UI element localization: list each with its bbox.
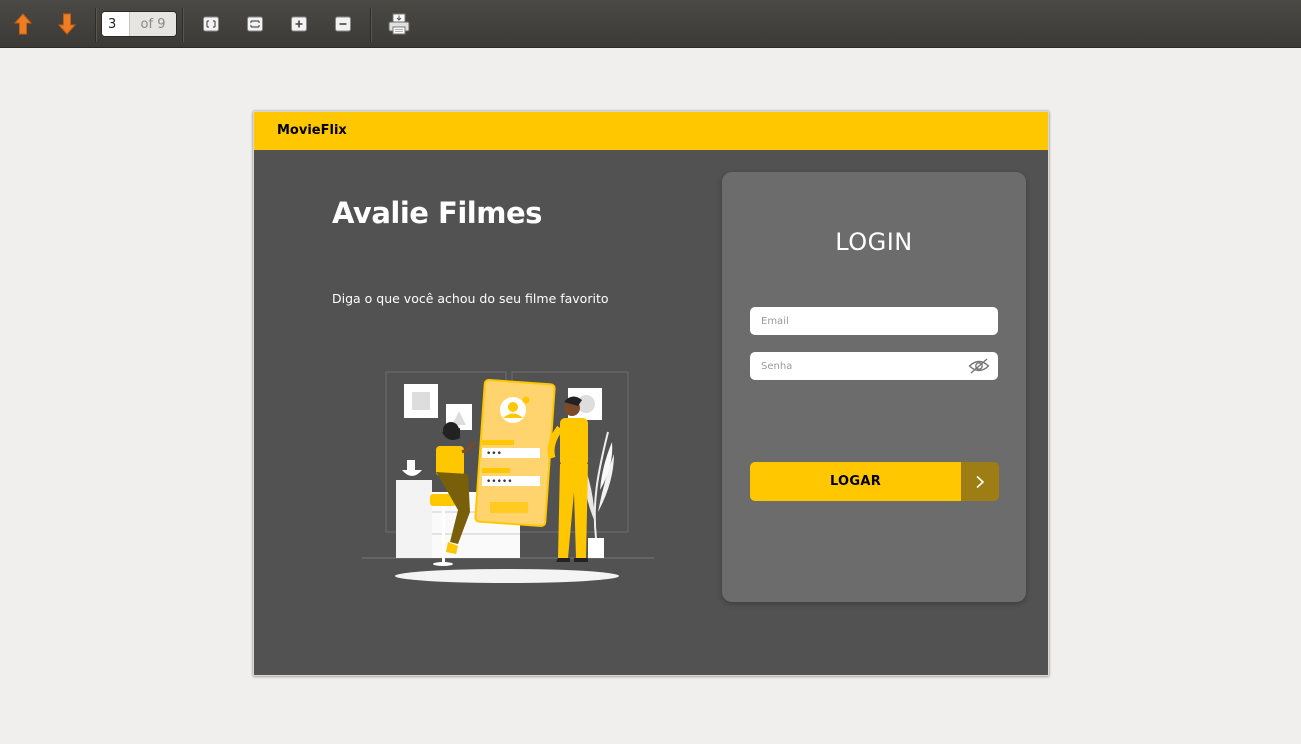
- page-navigator: of 9: [101, 11, 177, 37]
- password-field-container: [750, 352, 998, 380]
- fit-page-button[interactable]: [195, 8, 227, 40]
- password-field[interactable]: [750, 352, 998, 380]
- login-title: LOGIN: [835, 228, 913, 256]
- zoom-out-icon: [335, 16, 351, 32]
- fit-page-icon: [203, 16, 219, 32]
- app-navbar: MovieFlix: [254, 112, 1048, 150]
- arrow-down-icon: [57, 13, 77, 35]
- login-button[interactable]: LOGAR: [750, 462, 999, 501]
- toolbar-separator: [370, 8, 371, 42]
- arrow-up-icon: [13, 13, 33, 35]
- login-button-label: LOGAR: [750, 462, 961, 501]
- toolbar-separator: [95, 8, 96, 42]
- chevron-right-icon: [961, 462, 999, 501]
- email-field-container: [750, 307, 998, 335]
- email-field[interactable]: [750, 307, 998, 335]
- page-total-label: of 9: [130, 12, 176, 36]
- zoom-out-button[interactable]: [327, 8, 359, 40]
- login-illustration: ••• •••••: [362, 371, 654, 583]
- brand-logo[interactable]: MovieFlix: [277, 123, 347, 138]
- svg-text:•••••: •••••: [486, 477, 513, 487]
- page-subtitle: Diga o que você achou do seu filme favor…: [332, 291, 609, 306]
- previous-page-button[interactable]: [7, 8, 39, 40]
- document-page: MovieFlix Avalie Filmes Diga o que você …: [253, 111, 1049, 676]
- zoom-in-icon: [291, 16, 307, 32]
- eye-icon[interactable]: [968, 357, 990, 375]
- fit-width-button[interactable]: [239, 8, 271, 40]
- login-card: LOGIN LOGAR: [722, 172, 1026, 602]
- viewer-toolbar: of 9: [0, 0, 1301, 48]
- page-title: Avalie Filmes: [332, 196, 542, 230]
- print-icon: [388, 13, 410, 35]
- print-button[interactable]: [383, 8, 415, 40]
- svg-text:•••: •••: [486, 449, 502, 459]
- toolbar-separator: [182, 8, 183, 42]
- fit-width-icon: [247, 16, 263, 32]
- page-number-input[interactable]: [102, 12, 130, 36]
- next-page-button[interactable]: [51, 8, 83, 40]
- zoom-in-button[interactable]: [283, 8, 315, 40]
